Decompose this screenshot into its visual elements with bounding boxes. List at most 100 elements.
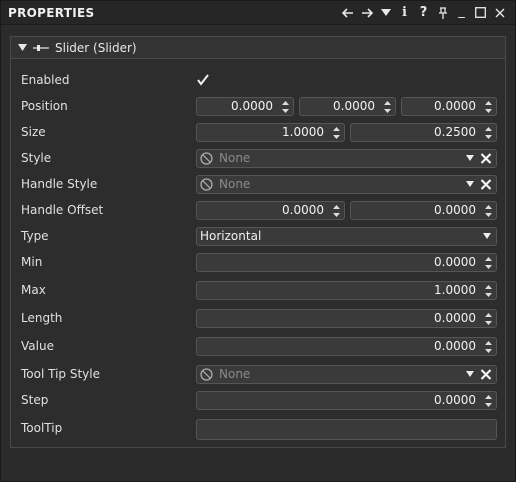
size-label: Size xyxy=(21,125,46,139)
position-y-value: 0.0000 xyxy=(333,99,375,113)
max-row: Max 1.0000 xyxy=(11,279,505,301)
handle-offset-label: Handle Offset xyxy=(21,203,104,217)
collapse-triangle-icon[interactable] xyxy=(18,44,27,51)
close-icon[interactable] xyxy=(490,3,509,23)
length-label: Length xyxy=(21,311,63,325)
spinner-icon[interactable] xyxy=(484,312,493,326)
clear-icon[interactable] xyxy=(480,152,492,165)
spinner-icon[interactable] xyxy=(484,284,493,298)
spinner-icon[interactable] xyxy=(332,204,341,218)
style-value: None xyxy=(219,151,251,165)
dropdown-arrow-icon[interactable] xyxy=(483,233,491,239)
size-height-field[interactable]: 0.2500 xyxy=(350,123,497,142)
type-label: Type xyxy=(21,229,49,243)
position-z-field[interactable]: 0.0000 xyxy=(401,97,497,116)
length-row: Length 0.0000 xyxy=(11,307,505,329)
tooltip-style-row: Tool Tip Style None xyxy=(11,363,505,385)
position-y-field[interactable]: 0.0000 xyxy=(299,97,396,116)
spinner-icon[interactable] xyxy=(281,100,290,114)
max-field[interactable]: 1.0000 xyxy=(196,281,497,300)
max-label: Max xyxy=(21,283,46,297)
style-object-field[interactable]: None xyxy=(196,149,497,168)
pin-icon[interactable] xyxy=(433,3,452,23)
handle-style-value: None xyxy=(219,177,251,191)
title-bar-buttons: i ? _ xyxy=(338,3,509,23)
spinner-icon[interactable] xyxy=(484,204,493,218)
none-icon xyxy=(200,368,213,381)
size-row: Size 1.0000 0.2500 xyxy=(11,121,505,143)
none-icon xyxy=(200,152,213,165)
slider-component-panel: Slider (Slider) Enabled Position 0.0000 … xyxy=(10,36,506,448)
value-field[interactable]: 0.0000 xyxy=(196,337,497,356)
spinner-icon[interactable] xyxy=(484,100,493,114)
position-x-value: 0.0000 xyxy=(231,99,273,113)
handle-offset-y-value: 0.0000 xyxy=(434,203,476,217)
back-arrow-icon[interactable] xyxy=(338,3,357,23)
step-value: 0.0000 xyxy=(434,393,476,407)
spinner-icon[interactable] xyxy=(383,100,392,114)
handle-offset-y-field[interactable]: 0.0000 xyxy=(350,201,497,220)
title-bar: PROPERTIES i ? _ xyxy=(1,1,515,25)
size-width-value: 1.0000 xyxy=(282,125,324,139)
maximize-icon[interactable] xyxy=(471,3,490,23)
size-height-value: 0.2500 xyxy=(434,125,476,139)
tooltip-style-object-field[interactable]: None xyxy=(196,365,497,384)
handle-style-object-field[interactable]: None xyxy=(196,175,497,194)
dropdown-arrow-icon[interactable] xyxy=(466,155,474,161)
style-row: Style None xyxy=(11,147,505,169)
forward-arrow-icon[interactable] xyxy=(357,3,376,23)
spinner-icon[interactable] xyxy=(484,126,493,140)
position-label: Position xyxy=(21,99,68,113)
component-header[interactable]: Slider (Slider) xyxy=(11,37,505,59)
style-label: Style xyxy=(21,151,52,165)
slider-icon xyxy=(33,44,49,51)
type-dropdown[interactable]: Horizontal xyxy=(196,227,497,246)
tooltip-style-label: Tool Tip Style xyxy=(21,367,100,381)
spinner-icon[interactable] xyxy=(484,394,493,408)
dropdown-arrow-icon[interactable] xyxy=(466,371,474,377)
help-icon[interactable]: ? xyxy=(414,3,433,23)
step-row: Step 0.0000 xyxy=(11,389,505,411)
clear-icon[interactable] xyxy=(480,368,492,381)
tooltip-label: ToolTip xyxy=(21,421,63,435)
position-x-field[interactable]: 0.0000 xyxy=(196,97,294,116)
value-label: Value xyxy=(21,339,54,353)
position-row: Position 0.0000 0.0000 0.0000 xyxy=(11,95,505,117)
dropdown-arrow-icon[interactable] xyxy=(466,181,474,187)
tooltip-row: ToolTip xyxy=(11,417,505,440)
value-value: 0.0000 xyxy=(434,339,476,353)
menu-dropdown-icon[interactable] xyxy=(376,3,395,23)
handle-offset-row: Handle Offset 0.0000 0.0000 xyxy=(11,199,505,221)
handle-style-label: Handle Style xyxy=(21,177,98,191)
size-width-field[interactable]: 1.0000 xyxy=(196,123,345,142)
clear-icon[interactable] xyxy=(480,178,492,191)
tooltip-style-value: None xyxy=(219,367,251,381)
min-row: Min 0.0000 xyxy=(11,251,505,273)
spinner-icon[interactable] xyxy=(484,340,493,354)
tooltip-text-field[interactable] xyxy=(196,419,497,440)
none-icon xyxy=(200,178,213,191)
info-icon[interactable]: i xyxy=(395,3,414,23)
handle-offset-x-value: 0.0000 xyxy=(282,203,324,217)
component-title: Slider (Slider) xyxy=(55,40,137,55)
step-field[interactable]: 0.0000 xyxy=(196,391,497,410)
step-label: Step xyxy=(21,393,49,407)
properties-window: PROPERTIES i ? _ Slider (Slider) Enabled… xyxy=(0,0,516,482)
minimize-icon[interactable]: _ xyxy=(452,3,471,23)
spinner-icon[interactable] xyxy=(332,126,341,140)
length-value: 0.0000 xyxy=(434,311,476,325)
spinner-icon[interactable] xyxy=(484,256,493,270)
value-row: Value 0.0000 xyxy=(11,335,505,357)
type-value: Horizontal xyxy=(200,229,262,243)
enabled-row: Enabled xyxy=(11,69,505,91)
min-label: Min xyxy=(21,255,43,269)
position-z-value: 0.0000 xyxy=(434,99,476,113)
handle-style-row: Handle Style None xyxy=(11,173,505,195)
enabled-checkbox[interactable] xyxy=(196,73,210,87)
type-row: Type Horizontal xyxy=(11,225,505,247)
min-value: 0.0000 xyxy=(434,255,476,269)
handle-offset-x-field[interactable]: 0.0000 xyxy=(196,201,345,220)
min-field[interactable]: 0.0000 xyxy=(196,253,497,272)
length-field[interactable]: 0.0000 xyxy=(196,309,497,328)
window-title: PROPERTIES xyxy=(8,5,95,20)
